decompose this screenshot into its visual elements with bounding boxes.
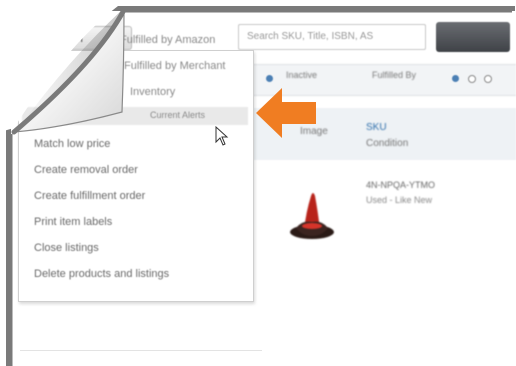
fulfilled-radio-b[interactable] bbox=[468, 75, 476, 83]
menu-item-current-alerts[interactable]: Current Alerts bbox=[150, 110, 205, 120]
menu-item-create-fulfillment-order[interactable]: Create fulfillment order bbox=[34, 190, 145, 202]
screenshot-stage: Action on Search SKU, Title, ISBN, AS In… bbox=[0, 0, 516, 366]
sku-column-header[interactable]: SKU bbox=[366, 122, 387, 133]
inactive-radio[interactable] bbox=[266, 75, 273, 82]
condition-column-header: Condition bbox=[366, 138, 409, 149]
menu-item-inventory[interactable]: Inventory bbox=[130, 86, 175, 98]
search-placeholder: Search SKU, Title, ISBN, AS bbox=[247, 31, 374, 42]
menu-item-delete-products-and-listings[interactable]: Delete products and listings bbox=[34, 268, 169, 280]
mouse-cursor-icon bbox=[215, 126, 229, 146]
menu-item-fulfilled-by-amazon[interactable]: Fulfilled by Amazon bbox=[120, 34, 215, 46]
product-condition: Used - Like New bbox=[366, 195, 433, 205]
fulfilled-radio-c[interactable] bbox=[484, 75, 492, 83]
product-thumbnail[interactable] bbox=[282, 182, 342, 242]
fulfilled-radio-a[interactable] bbox=[452, 75, 459, 82]
menu-hover-highlight bbox=[22, 107, 248, 125]
menu-item-print-item-labels[interactable]: Print item labels bbox=[34, 216, 112, 228]
product-sku[interactable]: 4N-NPQA-YTMO bbox=[366, 180, 435, 190]
search-input[interactable]: Search SKU, Title, ISBN, AS bbox=[238, 24, 426, 50]
menu-item-fulfilled-by-merchant[interactable]: Fulfilled by Merchant bbox=[124, 60, 226, 72]
action-dropdown-button[interactable]: Action on bbox=[28, 26, 132, 50]
fulfilled-by-label: Fulfilled By bbox=[372, 70, 417, 80]
menu-item-create-removal-order[interactable]: Create removal order bbox=[34, 164, 138, 176]
menu-item-match-low-price[interactable]: Match low price bbox=[34, 138, 110, 150]
orange-arrow-icon bbox=[256, 88, 316, 138]
search-go-button[interactable] bbox=[436, 22, 510, 52]
menu-item-close-listings[interactable]: Close listings bbox=[34, 242, 99, 254]
action-button-label: Action on bbox=[37, 33, 83, 45]
divider bbox=[20, 350, 262, 351]
inactive-filter-label: Inactive bbox=[286, 70, 318, 80]
